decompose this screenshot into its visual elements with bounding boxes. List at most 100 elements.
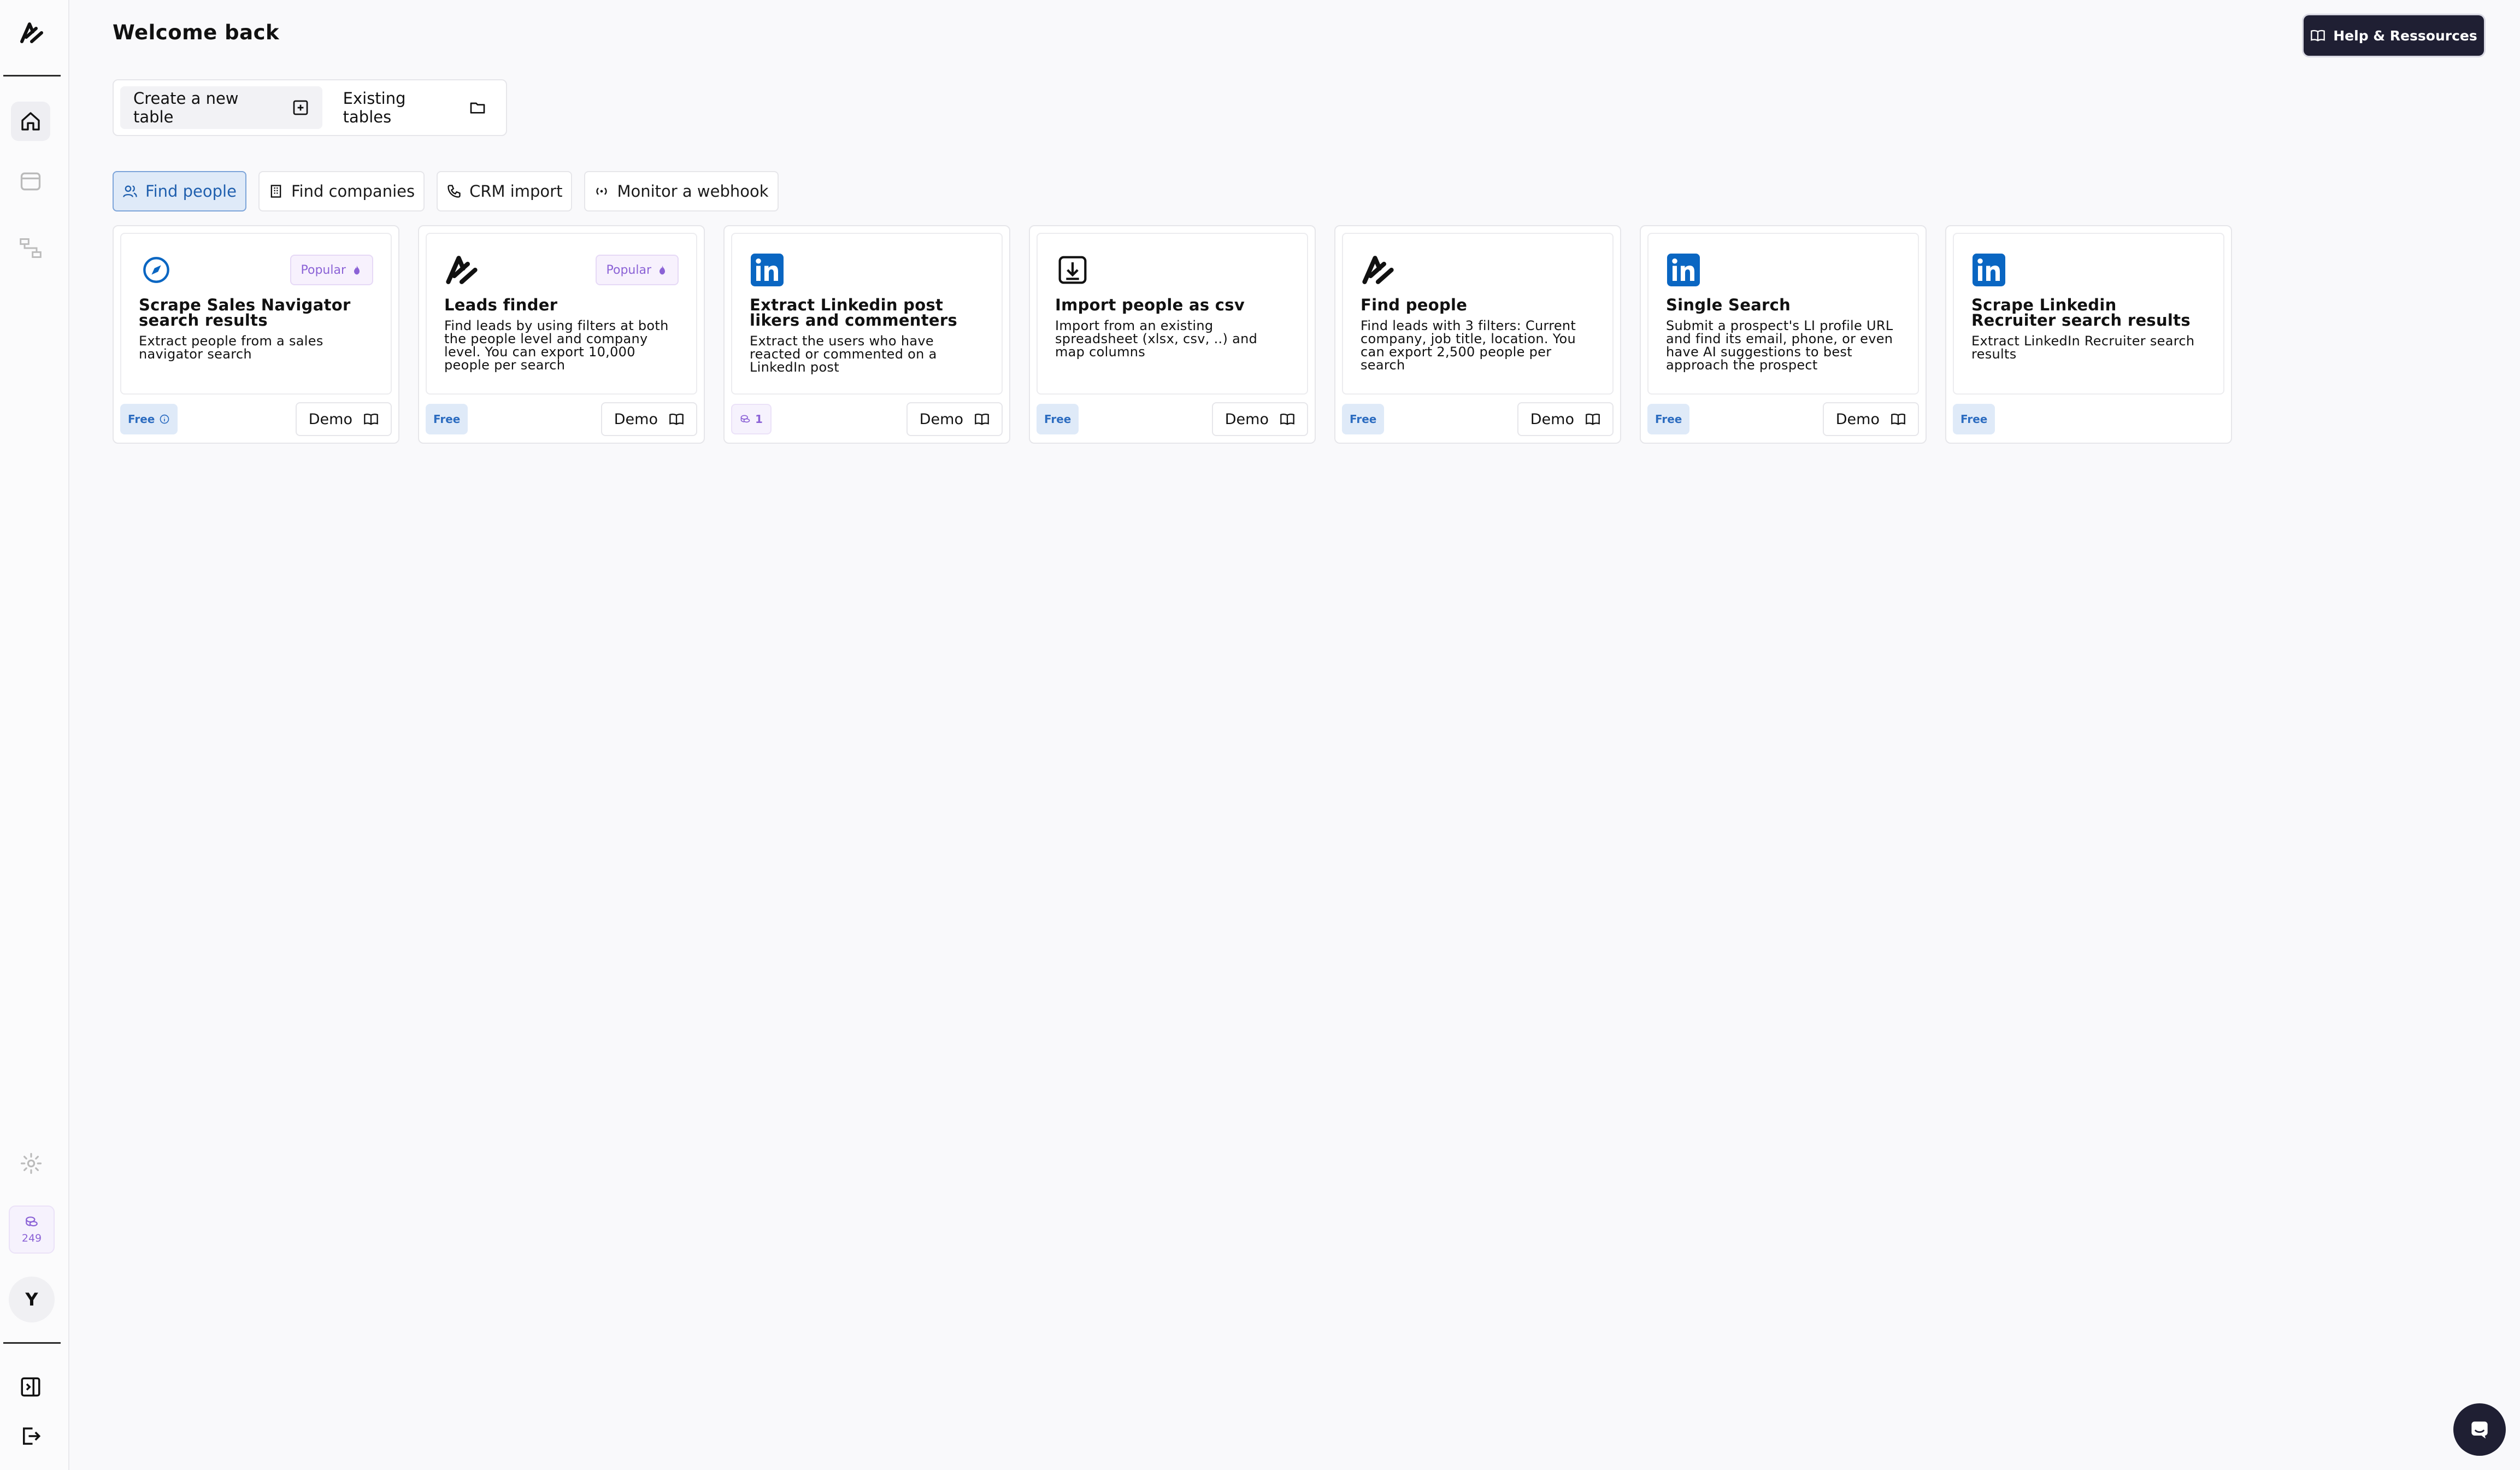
avatar-initial: Y [25,1289,38,1310]
demo-button[interactable]: Demo [906,402,1003,436]
free-badge: Free [120,404,178,434]
existing-tables-button[interactable]: Existing tables [330,86,499,129]
badge-label: 1 [755,413,763,426]
demo-button[interactable]: Demo [1517,402,1614,436]
free-badge: Free [1647,404,1690,434]
page-title: Welcome back [113,21,280,44]
card-title: Leads finder [444,296,558,314]
settings-icon[interactable] [17,1150,45,1177]
flame-icon [660,265,665,275]
card-title: Extract Linkedin post likers and comment… [750,296,958,330]
demo-button[interactable]: Demo [600,402,697,436]
card-import-csv[interactable]: Import people as csv Import from an exis… [1029,225,1316,444]
card-description: Extract the users who have reacted or co… [750,333,937,375]
coins-icon [740,415,750,423]
card-footer: Free Demo [1342,401,1614,437]
workflows-icon[interactable] [15,233,46,263]
logo-icon[interactable] [19,20,45,46]
folder-icon [470,102,485,114]
create-table-button[interactable]: Create a new table [120,86,322,129]
sidebar-divider [3,75,61,77]
tab-label: Find people [145,182,237,201]
users-icon [123,185,137,197]
card-sales-navigator[interactable]: Popular Scrape Sales Navigator search re… [113,225,399,444]
book-icon [1280,413,1294,425]
tab-find-people[interactable]: Find people [113,171,246,211]
phone-icon [448,185,461,198]
card-description: Submit a prospect's LI profile URL and f… [1666,318,1893,373]
home-icon[interactable] [11,102,50,141]
download-icon [1055,252,1090,287]
linkedin-icon [750,252,785,287]
badge-label: Free [433,413,461,426]
card-title: Import people as csv [1055,296,1245,314]
popular-label: Popular [606,263,652,277]
info-icon[interactable] [159,414,170,425]
help-label: Help & Ressources [2333,27,2477,44]
card-body: Scrape Linkedin Recruiter search results… [1953,233,2224,395]
flame-icon [354,265,360,275]
badge-label: Free [128,413,155,426]
credits-badge[interactable]: 249 [9,1206,55,1254]
card-description: Import from an existing spreadsheet (xls… [1055,318,1258,360]
collapse-sidebar-icon[interactable] [16,1373,45,1401]
card-footer: Free Demo [426,401,697,437]
card-description: Extract LinkedIn Recruiter search result… [1971,333,2195,362]
card-title: Scrape Sales Navigator search results [139,296,351,330]
tab-label: CRM import [469,182,563,201]
sidebar: 249 Y [0,0,69,1470]
tab-label: Find companies [291,182,415,201]
logout-icon[interactable] [16,1422,45,1450]
free-badge: Free [426,404,468,434]
card-title: Scrape Linkedin Recruiter search results [1971,296,2191,330]
help-resources-button[interactable]: Help & Ressources [2304,15,2484,56]
demo-button[interactable]: Demo [1822,402,1919,436]
brand-logo-icon [444,252,479,287]
linkedin-icon [1666,252,1701,287]
card-footer: Free Demo [1647,401,1919,437]
sidebar-divider-bottom [3,1342,61,1344]
plus-square-icon [293,100,308,115]
avatar[interactable]: Y [9,1277,55,1322]
demo-label: Demo [308,410,352,428]
chat-icon [2471,1421,2488,1439]
book-icon [364,413,378,425]
building-icon [270,185,281,198]
card-title: Single Search [1666,296,1791,314]
existing-tables-label: Existing tables [343,89,406,126]
card-description: Extract people from a sales navigator se… [139,333,323,362]
card-leads-finder[interactable]: Popular Leads finder Find leads by using… [418,225,705,444]
card-linkedin-post-likers[interactable]: Extract Linkedin post likers and comment… [723,225,1010,444]
tab-monitor-webhook[interactable]: Monitor a webhook [584,171,779,211]
demo-button[interactable]: Demo [1211,402,1308,436]
card-footer: Free Demo [1037,401,1308,437]
free-badge: Free [1037,404,1079,434]
tab-find-companies[interactable]: Find companies [258,171,425,211]
tables-icon[interactable] [15,166,46,197]
create-table-label: Create a new table [133,89,239,126]
badge-label: Free [1350,413,1377,426]
tab-crm-import[interactable]: CRM import [437,171,573,211]
badge-label: Free [1044,413,1071,426]
template-cards: Popular Scrape Sales Navigator search re… [113,225,2232,444]
badge-label: Free [1655,413,1682,426]
demo-label: Demo [1835,410,1880,428]
card-body: Single Search Submit a prospect's LI pro… [1647,233,1919,395]
card-title: Find people [1361,296,1468,314]
credit-cost-badge: 1 [731,404,772,434]
credits-count: 249 [21,1232,42,1244]
category-tabs: Find people Find companies CRM import Mo… [113,171,779,211]
compass-icon [139,252,174,287]
chat-launcher-button[interactable] [2453,1403,2506,1456]
demo-button[interactable]: Demo [295,402,392,436]
popular-badge: Popular [290,255,373,285]
free-badge: Free [1342,404,1385,434]
card-description: Find leads by using filters at both the … [444,318,669,373]
card-linkedin-recruiter[interactable]: Scrape Linkedin Recruiter search results… [1945,225,2232,444]
book-icon [669,413,684,425]
card-find-people[interactable]: Find people Find leads with 3 filters: C… [1334,225,1621,444]
popular-label: Popular [301,263,346,277]
demo-label: Demo [1224,410,1269,428]
card-single-search[interactable]: Single Search Submit a prospect's LI pro… [1640,225,1927,444]
card-footer: 1 Demo [731,401,1003,437]
